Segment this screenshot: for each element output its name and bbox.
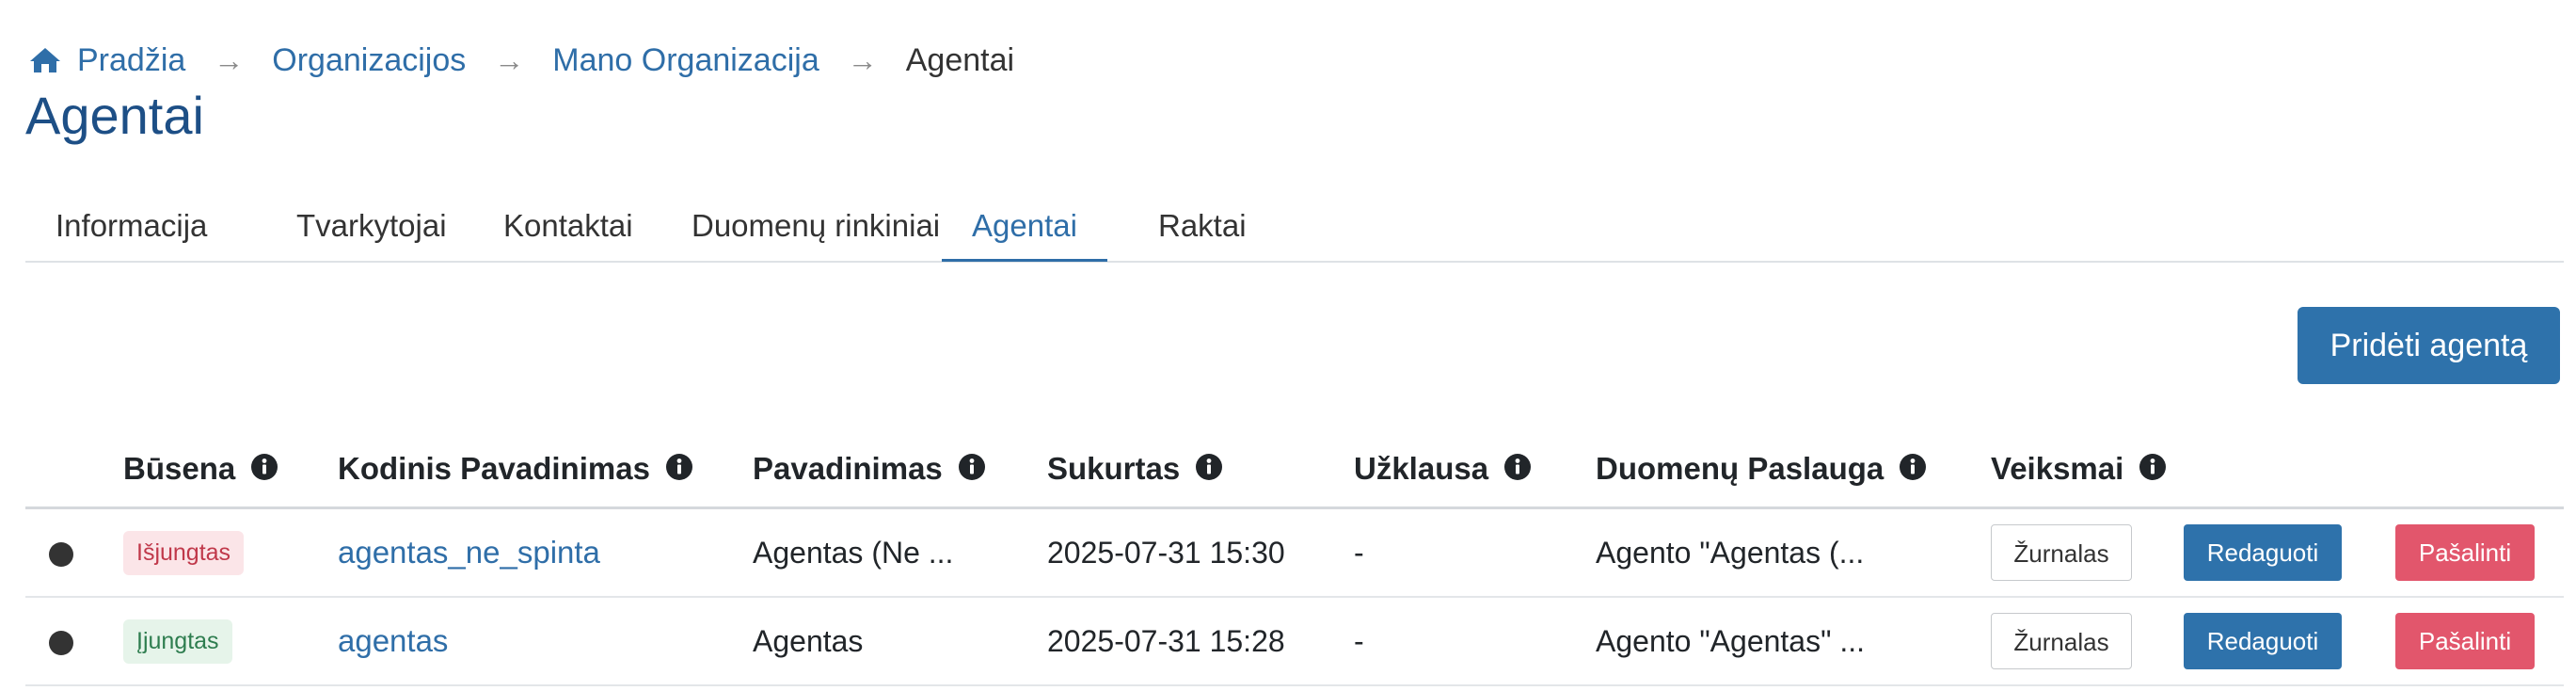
request-cell: - [1354, 507, 1596, 598]
code-name-cell: agentas_ne_spinta [338, 507, 753, 598]
info-circle-icon[interactable] [1195, 453, 1223, 481]
delete-button[interactable]: Pašalinti [2395, 524, 2535, 581]
tab-contacts[interactable]: Kontaktai [473, 191, 663, 261]
add-agent-button[interactable]: Pridėti agentą [2298, 307, 2560, 384]
header-request: Užklausa [1354, 431, 1596, 509]
status-badge: Išjungtas [123, 530, 245, 575]
tab-bar: Informacija Tvarkytojai Kontaktai Duomen… [25, 191, 2564, 263]
log-button[interactable]: Žurnalas [1991, 524, 2132, 581]
header-code-name-label: Kodinis Pavadinimas [338, 451, 650, 486]
header-request-label: Užklausa [1354, 451, 1489, 486]
edit-cell: Redaguoti [2184, 597, 2395, 686]
request-cell: - [1354, 597, 1596, 686]
info-circle-icon[interactable] [1503, 453, 1532, 481]
delete-cell: Pašalinti [2395, 507, 2564, 598]
header-code-name: Kodinis Pavadinimas [338, 431, 753, 509]
delete-cell: Pašalinti [2395, 597, 2564, 686]
header-dot [25, 431, 123, 509]
status-badge: Įjungtas [123, 619, 232, 664]
info-circle-icon[interactable] [1899, 453, 1927, 481]
row-indicator-cell [25, 597, 123, 686]
tab-managers[interactable]: Tvarkytojai [266, 191, 477, 261]
status-cell: Išjungtas [123, 507, 338, 598]
edit-button[interactable]: Redaguoti [2184, 613, 2342, 669]
row-indicator-cell [25, 507, 123, 598]
header-status: Būsena [123, 431, 338, 509]
code-name-cell: agentas [338, 597, 753, 686]
edit-cell: Redaguoti [2184, 507, 2395, 598]
breadcrumb-my-organization[interactable]: Mano Organizacija [552, 40, 819, 81]
edit-button[interactable]: Redaguoti [2184, 524, 2342, 581]
page-title: Agentai [25, 86, 204, 145]
header-name-label: Pavadinimas [753, 451, 943, 486]
header-actions-delete [2395, 431, 2564, 509]
log-cell: Žurnalas [1991, 507, 2184, 598]
breadcrumb-current: Agentai [905, 42, 1015, 78]
breadcrumb: Pradžia → Organizacijos → Mano Organizac… [28, 40, 1014, 81]
header-actions-edit [2184, 431, 2395, 509]
tab-keys[interactable]: Raktai [1128, 191, 1277, 261]
agents-table: Būsena Kodinis Pavadinimas Pavadinimas S… [25, 431, 2564, 686]
created-cell: 2025-07-31 15:28 [1047, 597, 1354, 686]
name-cell: Agentas [753, 597, 1047, 686]
breadcrumb-organizations[interactable]: Organizacijos [272, 40, 466, 81]
breadcrumb-home-link[interactable] [28, 46, 62, 74]
table-row: Išjungtas agentas_ne_spinta Agentas (Ne … [25, 507, 2564, 598]
breadcrumb-home[interactable]: Pradžia [77, 40, 185, 81]
data-service-cell: Agento "Agentas" ... [1596, 597, 1991, 686]
info-circle-icon[interactable] [665, 453, 693, 481]
status-cell: Įjungtas [123, 597, 338, 686]
tab-agents[interactable]: Agentai [942, 191, 1107, 262]
header-data-service: Duomenų Paslauga [1596, 431, 1991, 509]
agent-code-name-link[interactable]: agentas_ne_spinta [338, 535, 600, 570]
header-created: Sukurtas [1047, 431, 1354, 509]
header-status-label: Būsena [123, 451, 236, 486]
name-cell: Agentas (Ne ... [753, 507, 1047, 598]
delete-button[interactable]: Pašalinti [2395, 613, 2535, 669]
status-dot-icon [49, 542, 73, 568]
breadcrumb-arrow-icon: → [494, 43, 525, 77]
tab-information[interactable]: Informacija [25, 191, 237, 261]
log-button[interactable]: Žurnalas [1991, 613, 2132, 669]
header-created-label: Sukurtas [1047, 451, 1181, 486]
created-cell: 2025-07-31 15:30 [1047, 507, 1354, 598]
header-name: Pavadinimas [753, 431, 1047, 509]
table-header-row: Būsena Kodinis Pavadinimas Pavadinimas S… [25, 431, 2564, 509]
breadcrumb-arrow-icon: → [214, 43, 245, 77]
info-circle-icon[interactable] [250, 453, 278, 481]
data-service-cell: Agento "Agentas (... [1596, 507, 1991, 598]
status-dot-icon [49, 631, 73, 656]
table-row: Įjungtas agentas Agentas 2025-07-31 15:2… [25, 597, 2564, 686]
agent-code-name-link[interactable]: agentas [338, 623, 448, 658]
header-actions: Veiksmai [1991, 431, 2184, 509]
home-icon [30, 48, 60, 72]
info-circle-icon[interactable] [2139, 453, 2167, 481]
log-cell: Žurnalas [1991, 597, 2184, 686]
info-circle-icon[interactable] [958, 453, 986, 481]
breadcrumb-arrow-icon: → [847, 43, 878, 77]
header-data-service-label: Duomenų Paslauga [1596, 451, 1884, 486]
header-actions-label: Veiksmai [1991, 451, 2124, 486]
tab-datasets[interactable]: Duomenų rinkiniai [661, 191, 970, 261]
